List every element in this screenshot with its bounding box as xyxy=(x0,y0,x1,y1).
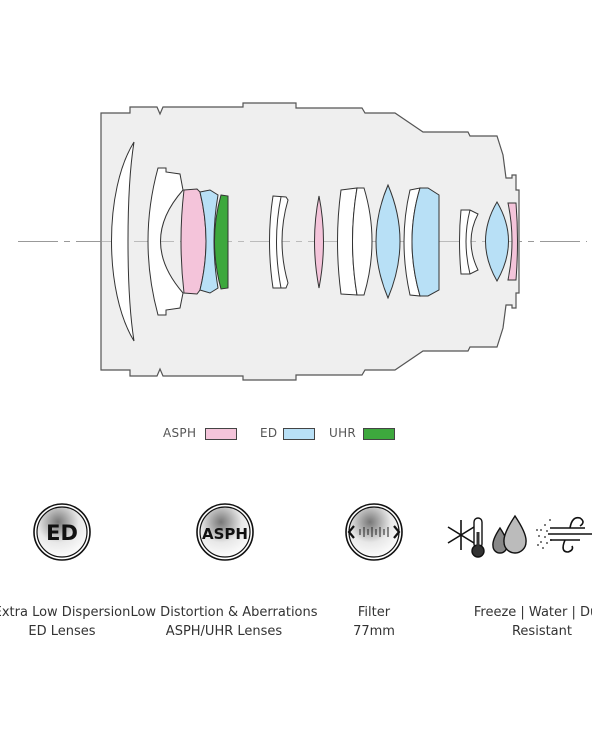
feature-caption-resistant: Freeze | Water | Dust Resistant xyxy=(473,605,592,639)
legend-swatch-asph xyxy=(205,428,237,440)
lens-element-ed-3 xyxy=(411,187,440,297)
thermometer-icon xyxy=(471,517,485,558)
feature-caption-filter: Filter 77mm xyxy=(353,605,395,639)
legend-swatch-uhr xyxy=(363,428,395,440)
legend-swatch-ed xyxy=(283,428,315,440)
legend-label-asph: ASPH xyxy=(163,426,197,440)
legend-label-uhr: UHR xyxy=(329,426,357,440)
ed-badge-text: ED xyxy=(46,521,78,545)
snowflake-icon xyxy=(447,520,475,550)
feature-caption-asph: Low Distortion & Aberrations ASPH/UHR Le… xyxy=(130,605,318,639)
freeze-water-dust-icon xyxy=(447,514,592,558)
asph-badge-text: ASPH xyxy=(202,525,248,543)
dust-wind-icon xyxy=(536,516,592,553)
water-drops-icon xyxy=(492,514,527,554)
legend-label-ed: ED xyxy=(260,426,278,440)
filter-thread-icon xyxy=(345,503,403,561)
